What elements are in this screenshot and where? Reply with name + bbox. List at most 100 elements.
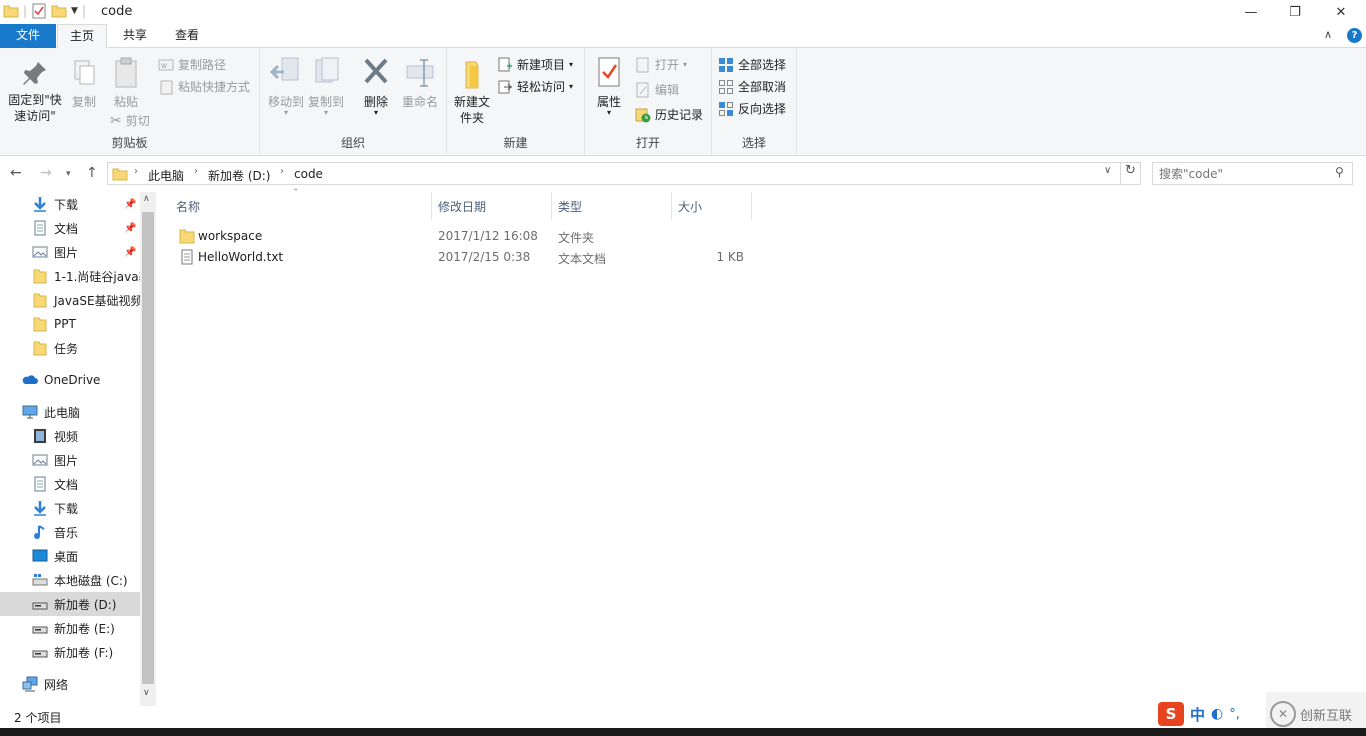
tab-share[interactable]: 共享 <box>112 24 158 48</box>
refresh-icon[interactable]: ↻ <box>1120 163 1140 184</box>
file-row[interactable]: workspace 2017/1/12 16:08 文件夹 <box>170 226 760 247</box>
tab-file[interactable]: 文件 <box>0 24 56 48</box>
file-row[interactable]: HelloWorld.txt 2017/2/15 0:38 文本文档 1 KB <box>170 247 760 268</box>
nav-item-folder[interactable]: PPT <box>0 312 140 336</box>
edit-button[interactable]: 编辑 <box>635 81 679 98</box>
scrollbar-thumb[interactable] <box>142 212 154 684</box>
pin-icon[interactable]: 📌 <box>124 247 136 258</box>
select-all-button[interactable]: 全部选择 <box>718 56 786 73</box>
address-bar[interactable]: › 此电脑 › 新加卷 (D:) › code ∨ ↻ <box>107 162 1141 185</box>
rename-label: 重命名 <box>401 95 438 109</box>
nav-item-label: 下载 <box>54 197 79 212</box>
new-item-button[interactable]: 新建项目 ▾ <box>497 56 573 73</box>
search-input[interactable] <box>1157 165 1327 182</box>
move-to-icon <box>269 57 299 81</box>
copy-label: 复制 <box>71 95 96 109</box>
paste-button[interactable]: 粘贴 <box>108 56 144 110</box>
copy-button[interactable]: 复制 <box>66 58 102 110</box>
nav-scrollbar[interactable]: ∧ ∨ <box>140 192 156 706</box>
open-button[interactable]: 打开 ▾ <box>635 56 687 73</box>
delete-button[interactable]: 删除 ▾ <box>358 56 394 117</box>
nav-item-pictures[interactable]: 图片 <box>0 448 140 472</box>
recent-locations-icon[interactable]: ▾ <box>66 169 71 179</box>
ime-language[interactable]: 中 <box>1190 704 1205 725</box>
select-group-label: 选择 <box>741 136 766 150</box>
nav-item-download[interactable]: 下载 <box>0 496 140 520</box>
easy-access-button[interactable]: 轻松访问 ▾ <box>497 78 573 95</box>
pin-icon[interactable]: 📌 <box>124 223 136 234</box>
pin-icon[interactable]: 📌 <box>124 199 136 210</box>
back-arrow-icon[interactable]: ← <box>10 165 22 181</box>
punctuation-icon[interactable]: °, <box>1229 707 1240 722</box>
svg-text:W: W <box>161 63 167 70</box>
rename-button[interactable]: 重命名 <box>398 56 442 110</box>
folder-icon <box>3 5 19 18</box>
half-width-icon[interactable]: ◐ <box>1211 706 1223 722</box>
qat-dropdown-icon[interactable]: ▼ <box>71 6 78 16</box>
new-folder-icon <box>465 61 479 89</box>
paste-shortcut-icon <box>160 80 173 94</box>
up-arrow-icon[interactable]: ↑ <box>86 165 98 181</box>
folder-icon <box>33 341 47 356</box>
paste-shortcut-button[interactable]: 粘贴快捷方式 <box>158 78 250 95</box>
collapse-ribbon-icon[interactable]: ∧ <box>1324 28 1332 41</box>
cut-button[interactable]: ✂ 剪切 <box>110 112 150 129</box>
nav-item-onedrive[interactable]: OneDrive <box>0 368 140 392</box>
column-header-type[interactable]: 类型 <box>552 192 672 220</box>
breadcrumb-code[interactable]: code <box>294 167 323 181</box>
nav-item-folder[interactable]: 1-1.尚硅谷java基 <box>0 264 140 288</box>
nav-item-drive-f[interactable]: 新加卷 (F:) <box>0 640 140 664</box>
nav-item-documents[interactable]: 文档 <box>0 472 140 496</box>
nav-item-documents[interactable]: 文档 📌 <box>0 216 140 240</box>
nav-item-this-pc[interactable]: 此电脑 <box>0 400 140 424</box>
nav-item-drive-e[interactable]: 新加卷 (E:) <box>0 616 140 640</box>
nav-item-label: 音乐 <box>54 525 79 540</box>
invert-selection-button[interactable]: 反向选择 <box>718 100 786 117</box>
close-button[interactable]: ✕ <box>1318 0 1364 24</box>
move-to-button[interactable]: 移动到 ▾ <box>266 56 306 117</box>
properties-icon <box>598 57 620 87</box>
select-none-button[interactable]: 全部取消 <box>718 78 786 95</box>
nav-item-download[interactable]: 下载 📌 <box>0 192 140 216</box>
column-header-date[interactable]: 修改日期 <box>432 192 552 220</box>
new-folder-icon[interactable] <box>51 3 67 19</box>
copy-path-button[interactable]: W 复制路径 <box>158 56 226 73</box>
breadcrumb-drive-d[interactable]: 新加卷 (D:) <box>208 167 270 184</box>
tab-view[interactable]: 查看 <box>164 24 210 48</box>
column-header-size[interactable]: 大小 <box>672 192 752 220</box>
nav-item-folder[interactable]: 任务 <box>0 336 140 360</box>
minimize-button[interactable]: — <box>1228 0 1274 24</box>
nav-item-desktop[interactable]: 桌面 <box>0 544 140 568</box>
pin-icon <box>23 62 46 85</box>
scroll-down-icon[interactable]: ∨ <box>143 688 150 698</box>
nav-item-music[interactable]: 音乐 <box>0 520 140 544</box>
maximize-button[interactable]: ❐ <box>1272 0 1318 24</box>
pin-quick-access-button[interactable]: 固定到"快速访问" <box>4 58 66 124</box>
properties-button[interactable]: 属性 ▾ <box>591 56 627 117</box>
search-box[interactable]: ⚲ <box>1152 162 1353 185</box>
nav-item-drive-c[interactable]: 本地磁盘 (C:) <box>0 568 140 592</box>
tab-home[interactable]: 主页 <box>57 24 107 49</box>
select-none-label: 全部取消 <box>738 80 787 94</box>
nav-item-videos[interactable]: 视频 <box>0 424 140 448</box>
scroll-up-icon[interactable]: ∧ <box>143 194 150 204</box>
address-dropdown-icon[interactable]: ∨ <box>1104 165 1111 176</box>
forward-arrow-icon[interactable]: → <box>40 165 52 181</box>
breadcrumb-this-pc[interactable]: 此电脑 <box>148 167 184 184</box>
properties-icon[interactable] <box>31 3 47 19</box>
new-group: 新建文件夹 新建项目 ▾ 轻松访问 ▾ 新建 <box>447 48 585 154</box>
nav-item-folder[interactable]: JavaSE基础视频 <box>0 288 140 312</box>
sogou-logo-icon[interactable]: S <box>1158 702 1184 726</box>
nav-item-network[interactable]: 网络 <box>0 672 140 696</box>
help-icon[interactable]: ? <box>1347 28 1362 43</box>
open-label: 打开 <box>655 58 680 72</box>
new-folder-button[interactable]: 新建文件夹 <box>451 58 493 126</box>
column-header-name[interactable]: 名称 <box>170 192 432 220</box>
history-button[interactable]: 历史记录 <box>635 106 703 123</box>
copy-to-button[interactable]: 复制到 ▾ <box>306 56 346 117</box>
nav-item-pictures[interactable]: 图片 📌 <box>0 240 140 264</box>
system-drive-icon <box>32 574 48 586</box>
text-file-icon <box>181 249 193 265</box>
nav-item-drive-d[interactable]: 新加卷 (D:) <box>0 592 140 616</box>
search-icon[interactable]: ⚲ <box>1335 165 1344 179</box>
